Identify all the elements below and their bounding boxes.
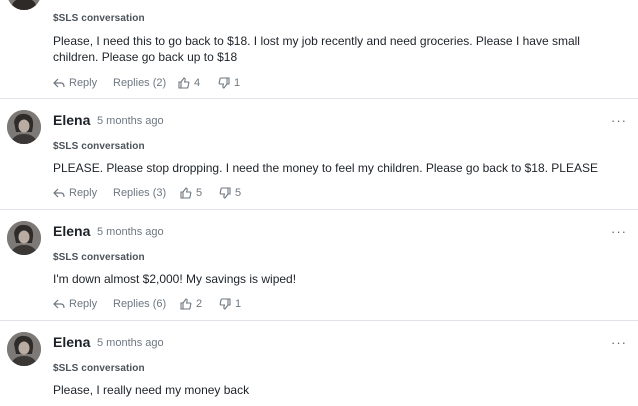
dislike-count: 1	[235, 298, 242, 310]
reply-arrow-icon	[53, 78, 65, 88]
reply-button[interactable]: Reply	[53, 297, 97, 311]
author-name[interactable]: Elena	[53, 112, 90, 128]
like-button[interactable]: 2	[180, 297, 202, 311]
comment-text: Please, I need this to go back to $18. I…	[53, 34, 580, 64]
ticker-tag[interactable]: $SLS conversation	[53, 141, 145, 153]
thumbs-down-icon	[219, 187, 231, 199]
thumbs-down-icon	[219, 298, 231, 310]
comment-text: Please, I really need my money back	[53, 383, 250, 397]
comment-text: PLEASE. Please stop dropping. I need the…	[53, 161, 598, 175]
reply-label: Reply	[69, 77, 98, 89]
reply-button[interactable]: Reply	[53, 76, 97, 90]
ticker-tag[interactable]: $SLS conversation	[53, 363, 145, 375]
author-name[interactable]: Elena	[53, 334, 90, 350]
like-button[interactable]: 5	[180, 186, 202, 200]
comment: $SLS conversation Please, I need this to…	[0, 0, 638, 100]
more-dots-icon[interactable]: ···	[611, 336, 627, 349]
replies-label: Replies (3)	[113, 187, 167, 199]
timestamp: 5 months ago	[97, 226, 164, 238]
thumbs-down-icon	[218, 77, 230, 89]
like-count: 5	[196, 187, 203, 199]
more-dots-icon[interactable]: ···	[611, 225, 627, 238]
replies-button[interactable]: Replies (6)	[113, 297, 166, 311]
dislike-count: 1	[234, 77, 241, 89]
divider	[0, 98, 638, 99]
more-dots-icon[interactable]: ···	[611, 114, 627, 127]
dislike-button[interactable]: 1	[219, 297, 241, 311]
thumbs-up-icon	[180, 298, 192, 310]
comment: Elena 5 months ago ··· $SLS conversation…	[0, 215, 638, 321]
avatar[interactable]	[7, 110, 41, 144]
ticker-tag[interactable]: $SLS conversation	[53, 13, 145, 25]
author-name[interactable]: Elena	[53, 223, 90, 239]
replies-button[interactable]: Replies (3)	[113, 186, 166, 200]
like-count: 2	[196, 298, 203, 310]
avatar[interactable]	[7, 0, 41, 10]
reply-button[interactable]: Reply	[53, 186, 97, 200]
ticker-tag[interactable]: $SLS conversation	[53, 252, 145, 264]
avatar[interactable]	[7, 332, 41, 366]
dislike-count: 5	[235, 187, 242, 199]
divider	[0, 209, 638, 210]
comment: Elena 5 months ago ··· $SLS conversation…	[0, 104, 638, 210]
comment: Elena 5 months ago ··· $SLS conversation…	[0, 326, 638, 406]
reply-arrow-icon	[53, 188, 65, 198]
reply-label: Reply	[69, 187, 98, 199]
comment-text: I'm down almost $2,000! My savings is wi…	[53, 272, 297, 286]
replies-label: Replies (6)	[113, 298, 167, 310]
divider	[0, 320, 638, 321]
thumbs-up-icon	[180, 187, 192, 199]
reply-arrow-icon	[53, 299, 65, 309]
timestamp: 5 months ago	[97, 115, 164, 127]
like-button[interactable]: 4	[178, 76, 200, 90]
like-count: 4	[194, 77, 201, 89]
replies-label: Replies (2)	[113, 77, 167, 89]
dislike-button[interactable]: 1	[218, 76, 240, 90]
timestamp: 5 months ago	[97, 337, 164, 349]
thumbs-up-icon	[178, 77, 190, 89]
avatar[interactable]	[7, 221, 41, 255]
comments-feed: $SLS conversation Please, I need this to…	[0, 0, 638, 406]
replies-button[interactable]: Replies (2)	[113, 76, 166, 90]
reply-label: Reply	[69, 298, 98, 310]
dislike-button[interactable]: 5	[219, 186, 241, 200]
